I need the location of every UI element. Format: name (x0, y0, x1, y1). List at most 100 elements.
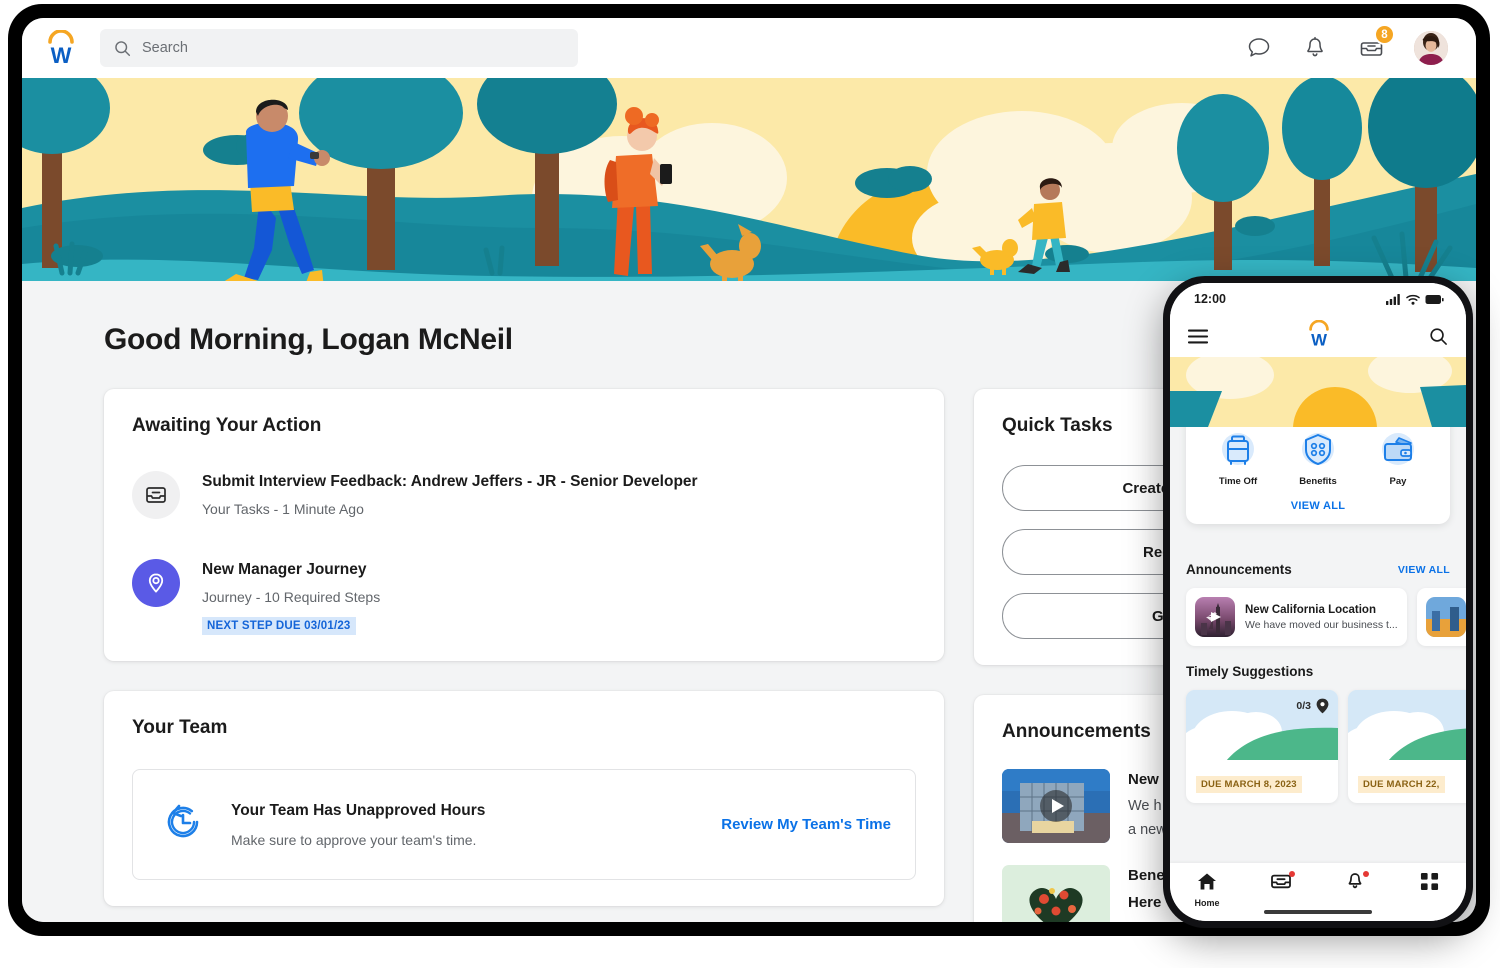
suggestion-card[interactable]: DUE MARCH 22, (1348, 690, 1466, 803)
phone-device-frame: 12:00 (1163, 276, 1473, 928)
tab-home-label: Home (1179, 898, 1235, 908)
quick-action-label: Benefits (1282, 476, 1354, 487)
svg-text:W: W (1311, 330, 1327, 348)
phone-nav-bar: W (1170, 315, 1466, 357)
list-item-title: New Manager Journey (202, 561, 380, 579)
workday-logo[interactable]: W (1306, 320, 1332, 353)
awaiting-action-list: Submit Interview Feedback: Andrew Jeffer… (132, 471, 916, 635)
review-team-time-link[interactable]: Review My Team's Time (721, 816, 891, 833)
list-item-body: New We h a new (1128, 769, 1167, 842)
phone-suggestions-title: Timely Suggestions (1186, 664, 1450, 679)
list-item-title: Bene (1128, 867, 1165, 884)
list-item[interactable]: New Manager Journey Journey - 10 Require… (132, 559, 916, 635)
apps-grid-icon (1420, 872, 1439, 891)
phone-bottom-nav: Home (1170, 863, 1466, 921)
phone-announcements-title: Announcements (1186, 562, 1292, 577)
inbox-icon[interactable]: 8 (1358, 35, 1384, 61)
left-column: Awaiting Your Action (104, 389, 944, 922)
list-item-title: Submit Interview Feedback: Andrew Jeffer… (202, 473, 698, 491)
phone-scroll-area[interactable]: Good Morning, Logan (1170, 427, 1466, 863)
list-item-body: New Manager Journey Journey - 10 Require… (202, 559, 380, 635)
list-item-title: New California Location (1245, 604, 1398, 616)
phone-announcements-carousel[interactable]: New California Location We have moved ou… (1186, 577, 1450, 646)
hamburger-menu-icon[interactable] (1188, 329, 1208, 344)
avatar[interactable] (1414, 31, 1448, 65)
bell-icon (1346, 872, 1364, 891)
quick-action-label: Pay (1362, 476, 1434, 487)
your-team-title: Your Team (132, 717, 916, 739)
quick-action-time-off[interactable]: Time Off (1202, 428, 1274, 487)
search-icon[interactable] (1429, 327, 1448, 346)
home-icon (1197, 872, 1217, 891)
phone-screen: 12:00 (1170, 283, 1466, 921)
list-item-title: New (1128, 771, 1167, 788)
quick-action-label: Time Off (1202, 476, 1274, 487)
suggestion-card[interactable]: 0/3 DUE MARCH 8, 2023 (1186, 690, 1338, 803)
phone-announcements-header: Announcements VIEW ALL (1186, 562, 1450, 577)
city-video-thumbnail (1195, 597, 1235, 637)
location-pin-icon (1316, 698, 1329, 714)
phone-greeting-card: Good Morning, Logan (1186, 427, 1450, 524)
top-navigation-bar: W Search (22, 18, 1476, 78)
heart-fruit-thumbnail[interactable] (1002, 865, 1110, 922)
shield-benefits-icon (1297, 428, 1339, 470)
suggestion-due-badge: DUE MARCH 8, 2023 (1196, 776, 1302, 793)
tab-apps[interactable] (1401, 872, 1457, 896)
phone-suggestions-carousel[interactable]: 0/3 DUE MARCH 8, 2023 (1186, 690, 1450, 803)
workday-logo[interactable]: W (44, 30, 78, 66)
wifi-icon (1406, 294, 1420, 305)
list-item-subtitle: Your Tasks - 1 Minute Ago (202, 501, 698, 517)
suggestion-progress: 0/3 (1296, 698, 1329, 714)
suggestion-due-badge: DUE MARCH 22, (1358, 776, 1445, 793)
search-placeholder: Search (142, 40, 188, 56)
awaiting-action-title: Awaiting Your Action (132, 415, 916, 437)
inbox-icon (132, 471, 180, 519)
battery-icon (1425, 294, 1444, 305)
list-item-line1: Here (1128, 894, 1165, 911)
suggestion-illustration: 0/3 (1186, 690, 1338, 766)
list-item-subtitle: We have moved our business t... (1245, 619, 1398, 631)
phone-status-bar: 12:00 (1170, 283, 1466, 315)
announcements-view-all-link[interactable]: VIEW ALL (1398, 564, 1450, 576)
list-item[interactable]: New California Location We have moved ou… (1186, 588, 1407, 646)
status-time: 12:00 (1194, 292, 1226, 306)
quick-action-pay[interactable]: Pay (1362, 428, 1434, 487)
phone-quick-actions: Time Off (1198, 428, 1438, 487)
suggestion-illustration (1348, 690, 1466, 766)
quick-action-benefits[interactable]: Benefits (1282, 428, 1354, 487)
clock-refresh-icon (157, 796, 209, 853)
phone-announcements-section: Announcements VIEW ALL (1170, 562, 1466, 646)
tab-notifications[interactable] (1327, 872, 1383, 896)
notification-dot (1289, 871, 1295, 877)
tab-inbox[interactable] (1253, 872, 1309, 895)
wallet-icon (1377, 428, 1419, 470)
view-all-link[interactable]: VIEW ALL (1198, 500, 1438, 512)
hero-illustration (22, 78, 1476, 281)
list-item-body: Bene Here (1128, 865, 1165, 911)
announcement-thumbnail (1426, 597, 1466, 637)
search-input[interactable]: Search (100, 29, 578, 67)
list-item-subtitle: Journey - 10 Required Steps (202, 589, 380, 605)
page-title: Good Morning, Logan McNeil (104, 323, 513, 357)
list-item-partial[interactable] (1417, 588, 1466, 646)
unapproved-hours-title: Your Team Has Unapproved Hours (231, 802, 699, 820)
bell-icon[interactable] (1302, 35, 1328, 61)
building-video-thumbnail[interactable] (1002, 769, 1110, 843)
signal-icon (1386, 294, 1401, 305)
list-item-body: Submit Interview Feedback: Andrew Jeffer… (202, 471, 698, 517)
status-badge: NEXT STEP DUE 03/01/23 (202, 617, 356, 635)
list-item-line2: a new (1128, 820, 1167, 842)
unapproved-hours-subtitle: Make sure to approve your team's time. (231, 832, 699, 848)
suggestion-fraction: 0/3 (1296, 700, 1311, 712)
list-item-body: New California Location We have moved ou… (1245, 604, 1398, 631)
suitcase-icon (1217, 428, 1259, 470)
home-indicator (1264, 910, 1372, 914)
tab-home[interactable]: Home (1179, 872, 1235, 908)
chat-bubble-icon[interactable] (1246, 35, 1272, 61)
unapproved-hours-item[interactable]: Your Team Has Unapproved Hours Make sure… (132, 769, 916, 880)
location-pin-icon (132, 559, 180, 607)
status-icons (1386, 294, 1444, 305)
list-item[interactable]: Submit Interview Feedback: Andrew Jeffer… (132, 471, 916, 519)
svg-text:W: W (51, 43, 72, 66)
your-team-card: Your Team Your T (104, 691, 944, 906)
